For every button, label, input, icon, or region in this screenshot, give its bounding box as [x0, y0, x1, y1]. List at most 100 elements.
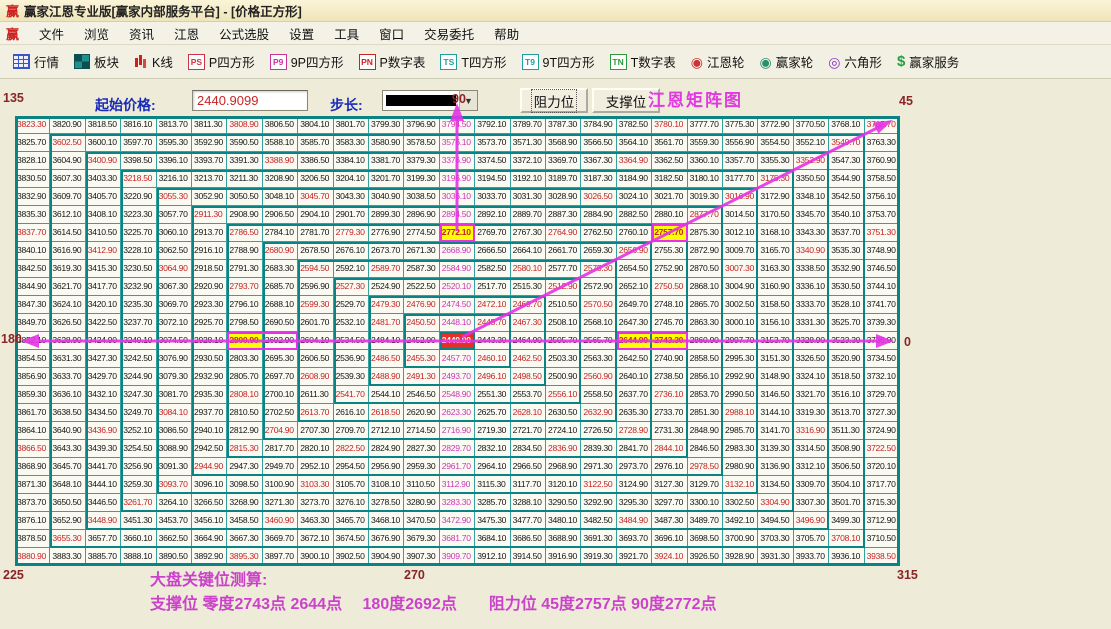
matrix-cell: 3381.70: [369, 152, 404, 170]
toolbar-button-江恩轮[interactable]: ◉江恩轮: [688, 50, 748, 73]
matrix-cell: 3806.50: [263, 116, 298, 134]
matrix-cell: 2889.70: [511, 206, 546, 224]
matrix-key-cell: 2440.90: [440, 332, 475, 350]
market-grid-icon: [13, 54, 30, 69]
matrix-cell: 2880.10: [652, 206, 687, 224]
matrix-cell: 3405.70: [86, 188, 121, 206]
matrix-cell: 3535.30: [829, 242, 864, 260]
toolbar-button-板块[interactable]: 板块: [71, 50, 122, 73]
matrix-cell: 3410.50: [86, 224, 121, 242]
matrix-cell: 3600.10: [86, 134, 121, 152]
matrix-cell: 3528.10: [829, 296, 864, 314]
matrix-cell: 3321.70: [794, 386, 829, 404]
matrix-cell: 2839.30: [581, 440, 616, 458]
menu-item-7[interactable]: 窗口: [369, 26, 414, 44]
toolbar-label: T数字表: [631, 52, 676, 71]
matrix-cell: 3631.30: [50, 350, 85, 368]
app-window: 赢 赢家江恩专业版[赢家内部服务平台] - [价格正方形] 赢 文件浏览资讯江恩…: [0, 0, 1111, 628]
toolbar-button-六角形[interactable]: ◎六角形: [825, 50, 885, 73]
matrix-cell: 3069.70: [157, 296, 192, 314]
gann-wheel-icon: ◉: [691, 55, 703, 69]
matrix-cell: 3496.90: [794, 512, 829, 530]
matrix-cell: 2618.50: [369, 404, 404, 422]
gann-angle-label-225: 225: [3, 568, 24, 582]
matrix-cell: 3919.30: [581, 548, 616, 566]
matrix-cell: 3098.50: [227, 476, 262, 494]
menu-item-1[interactable]: 浏览: [74, 26, 119, 44]
toolbar-button-K线[interactable]: K线: [131, 50, 176, 73]
matrix-cell: 3664.90: [192, 530, 227, 548]
matrix-cell: 3844.90: [15, 278, 50, 296]
matrix-cell: 3768.10: [829, 116, 864, 134]
menu-item-3[interactable]: 江恩: [164, 26, 209, 44]
menu-item-2[interactable]: 资讯: [119, 26, 164, 44]
matrix-cell: 3936.10: [829, 548, 864, 566]
matrix-cell: 3237.70: [121, 314, 156, 332]
matrix-cell: 3110.50: [404, 476, 439, 494]
matrix-cell: 2913.70: [192, 224, 227, 242]
resistance-button[interactable]: 阻力位: [520, 88, 588, 113]
matrix-cell: 2947.30: [227, 458, 262, 476]
matrix-cell: 3247.30: [121, 386, 156, 404]
matrix-cell: 3357.70: [723, 152, 758, 170]
menu-item-4[interactable]: 公式选股: [209, 26, 279, 44]
matrix-cell: 2786.50: [227, 224, 262, 242]
matrix-cell: 2640.10: [617, 368, 652, 386]
toolbar: 行情板块 K线 PSP四方形 P99P四方形 PNP数字表 TST四方形 T99T四方形 TN…: [0, 45, 1111, 79]
matrix-cell: 3417.70: [86, 278, 121, 296]
toolbar-button-P四方形[interactable]: PSP四方形: [185, 50, 258, 73]
menu-item-5[interactable]: 设置: [279, 26, 324, 44]
matrix-cell: 3228.10: [121, 242, 156, 260]
matrix-cell: 3614.50: [50, 224, 85, 242]
matrix-cell: 3021.70: [652, 188, 687, 206]
matrix-cell: 2959.30: [404, 458, 439, 476]
matrix-cell: 3739.30: [865, 314, 900, 332]
matrix-cell: 3103.30: [298, 476, 333, 494]
matrix-cell: 3436.90: [86, 422, 121, 440]
toolbar-button-9P四方形[interactable]: P99P四方形: [267, 50, 347, 73]
matrix-cell: 2532.10: [334, 314, 369, 332]
matrix-cell: 2860.90: [688, 332, 723, 350]
toolbar-button-9T四方形[interactable]: T99T四方形: [519, 50, 598, 73]
toolbar-button-T数字表[interactable]: TNT数字表: [607, 50, 679, 73]
menu-item-9[interactable]: 帮助: [484, 26, 529, 44]
toolbar-button-赢家轮[interactable]: ◉赢家轮: [756, 50, 816, 73]
matrix-cell: 2685.70: [263, 278, 298, 296]
matrix-cell: 3000.10: [723, 314, 758, 332]
menu-item-6[interactable]: 工具: [324, 26, 369, 44]
matrix-cell: 3163.30: [758, 260, 793, 278]
matrix-cell: 3444.10: [86, 476, 121, 494]
matrix-cell: 3568.90: [546, 134, 581, 152]
matrix-cell: 2623.30: [440, 404, 475, 422]
candlestick-icon: [134, 55, 148, 69]
matrix-cell: 2608.90: [298, 368, 333, 386]
menu-item-0[interactable]: 文件: [29, 26, 74, 44]
matrix-cell: 3348.10: [794, 188, 829, 206]
toolbar-button-P数字表[interactable]: PNP数字表: [356, 50, 429, 73]
menu-item-8[interactable]: 交易委托: [414, 26, 484, 44]
start-price-input[interactable]: [192, 90, 308, 111]
matrix-cell: 2589.70: [369, 260, 404, 278]
matrix-cell: 3741.70: [865, 296, 900, 314]
toolbar-button-赢家服务[interactable]: $赢家服务: [894, 50, 962, 73]
matrix-cell: 2997.70: [723, 332, 758, 350]
matrix-cell: 2661.70: [546, 242, 581, 260]
blocks-icon: [74, 54, 90, 69]
matrix-cell: 2728.90: [617, 422, 652, 440]
matrix-cell: 3772.90: [758, 116, 793, 134]
matrix-cell: 3780.10: [652, 116, 687, 134]
matrix-cell: 2894.50: [440, 206, 475, 224]
matrix-cell: 3516.10: [829, 386, 864, 404]
matrix-cell: 3259.30: [121, 476, 156, 494]
matrix-cell: 3688.90: [546, 530, 581, 548]
matrix-cell: 2928.10: [192, 332, 227, 350]
toolbar-button-T四方形[interactable]: TST四方形: [437, 50, 509, 73]
matrix-cell: 3396.10: [157, 152, 192, 170]
matrix-cell: 2474.50: [440, 296, 475, 314]
toolbar-button-行情[interactable]: 行情: [10, 50, 62, 73]
gann-angle-label-0: 0: [904, 335, 911, 349]
matrix-cell: 3057.70: [157, 206, 192, 224]
matrix-key-cell: 2743.30: [652, 332, 687, 350]
matrix-cell: 2680.90: [263, 242, 298, 260]
ninep-square-icon: P9: [270, 54, 287, 70]
